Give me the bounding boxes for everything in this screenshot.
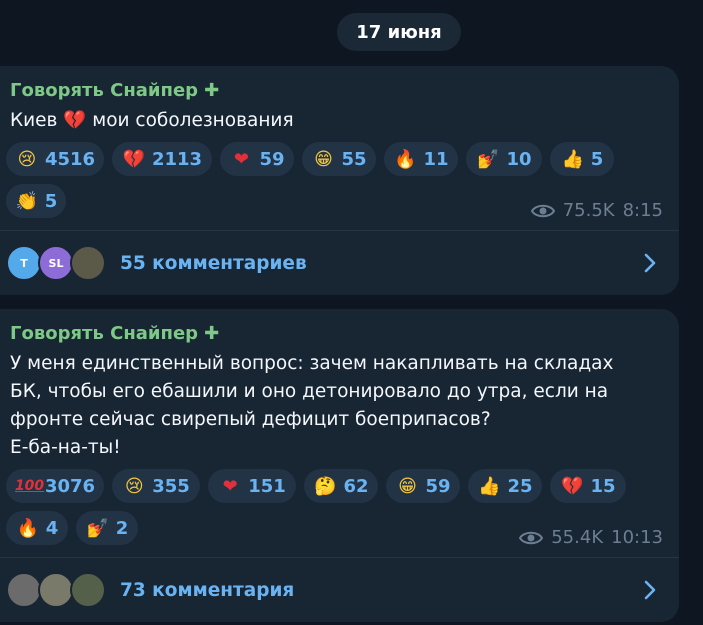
post-time: 8:15 bbox=[622, 200, 663, 221]
post-meta: 55.4K 10:13 bbox=[519, 527, 663, 548]
avatar-initials: T bbox=[20, 256, 28, 270]
reaction-broken-heart[interactable]: 💔 15 bbox=[550, 469, 626, 503]
reaction-count: 4 bbox=[45, 517, 59, 539]
reaction-count: 2113 bbox=[151, 148, 203, 170]
reaction-grin[interactable]: 😁 55 bbox=[302, 142, 376, 176]
reaction-clap[interactable]: 👏 5 bbox=[6, 184, 66, 218]
comments-count-label: 55 комментариев bbox=[120, 252, 307, 274]
post-text: Киев 💔 мои соболезнования bbox=[10, 110, 294, 131]
broken-heart-icon: 💔 bbox=[122, 148, 146, 170]
reaction-count: 5 bbox=[590, 148, 604, 170]
post-time: 10:13 bbox=[611, 527, 663, 548]
reaction-crying[interactable]: 😢 355 bbox=[112, 469, 200, 503]
post-meta: 75.5K 8:15 bbox=[530, 200, 663, 221]
crying-face-icon: 😢 bbox=[17, 148, 37, 170]
clapping-hands-icon: 👏 bbox=[15, 190, 38, 212]
reaction-count: 151 bbox=[248, 475, 286, 497]
views-eye-icon bbox=[519, 531, 544, 544]
reaction-count: 62 bbox=[343, 475, 369, 497]
avatar bbox=[6, 572, 42, 608]
reaction-count: 5 bbox=[44, 190, 58, 212]
reaction-crying[interactable]: 😢 4516 bbox=[6, 142, 104, 176]
red-heart-icon: ❤ bbox=[222, 475, 238, 497]
avatar-initials: SL bbox=[48, 256, 64, 270]
author-name: Говорять Снайпер bbox=[10, 323, 199, 344]
channel-post: Говорять Снайпер ✚ У меня единственный в… bbox=[0, 309, 679, 622]
nail-polish-icon: 💅 bbox=[86, 517, 109, 539]
reaction-grin[interactable]: 😁 59 bbox=[386, 469, 460, 503]
reaction-count: 15 bbox=[590, 475, 616, 497]
thinking-face-icon: 🤔 bbox=[314, 475, 337, 497]
broken-heart-icon: 💔 bbox=[561, 475, 584, 497]
reaction-nail-polish[interactable]: 💅 10 bbox=[466, 142, 542, 176]
reaction-thumbs-up[interactable]: 👍 5 bbox=[550, 142, 614, 176]
reaction-hundred[interactable]: 100 3076 bbox=[6, 469, 104, 503]
grinning-face-icon: 😁 bbox=[314, 148, 333, 170]
commenter-avatars bbox=[6, 572, 106, 608]
commenter-avatars: T SL bbox=[6, 245, 106, 281]
reaction-count: 59 bbox=[425, 475, 451, 497]
reaction-count: 10 bbox=[506, 148, 532, 170]
reaction-thinking[interactable]: 🤔 62 bbox=[304, 469, 378, 503]
reaction-count: 4516 bbox=[44, 148, 96, 170]
post-text: У меня единственный вопрос: зачем накапл… bbox=[10, 353, 614, 458]
avatar: SL bbox=[38, 245, 74, 281]
avatar bbox=[38, 572, 74, 608]
grinning-face-icon: 😁 bbox=[398, 475, 417, 497]
reaction-count: 11 bbox=[423, 148, 449, 170]
reaction-count: 355 bbox=[152, 475, 190, 497]
avatar bbox=[70, 572, 106, 608]
reaction-count: 2 bbox=[115, 517, 129, 539]
chevron-right-icon bbox=[644, 580, 656, 600]
thumbs-up-icon: 👍 bbox=[561, 148, 584, 170]
comments-button[interactable]: T SL 55 комментариев bbox=[0, 231, 679, 295]
reaction-broken-heart[interactable]: 💔 2113 bbox=[112, 142, 212, 176]
channel-post: Говорять Снайпер ✚ Киев 💔 мои соболезнов… bbox=[0, 66, 679, 295]
comments-count-label: 73 комментария bbox=[120, 579, 295, 601]
avatar bbox=[70, 245, 106, 281]
nail-polish-icon: 💅 bbox=[477, 148, 500, 170]
thumbs-up-icon: 👍 bbox=[478, 475, 501, 497]
chevron-right-icon bbox=[644, 253, 656, 273]
author-badge-icon: ✚ bbox=[204, 323, 220, 344]
reaction-fire[interactable]: 🔥 11 bbox=[384, 142, 458, 176]
date-separator: 17 июня bbox=[337, 13, 461, 51]
reaction-count: 55 bbox=[341, 148, 367, 170]
fire-icon: 🔥 bbox=[16, 517, 39, 539]
reaction-heart[interactable]: ❤ 151 bbox=[208, 469, 296, 503]
red-heart-icon: ❤ bbox=[233, 148, 250, 170]
view-count: 75.5K bbox=[562, 200, 615, 221]
fire-icon: 🔥 bbox=[394, 148, 417, 170]
reaction-count: 3076 bbox=[44, 475, 96, 497]
view-count: 55.4K bbox=[551, 527, 604, 548]
reaction-heart[interactable]: ❤ 59 bbox=[220, 142, 294, 176]
post-author[interactable]: Говорять Снайпер ✚ bbox=[10, 323, 219, 344]
views-eye-icon bbox=[530, 204, 555, 217]
reaction-fire[interactable]: 🔥 4 bbox=[6, 511, 68, 545]
comments-button[interactable]: 73 комментария bbox=[0, 558, 679, 622]
hundred-points-icon: 100 bbox=[14, 478, 45, 494]
avatar: T bbox=[6, 245, 42, 281]
author-badge-icon: ✚ bbox=[204, 80, 220, 101]
reaction-nail-polish[interactable]: 💅 2 bbox=[76, 511, 138, 545]
reaction-count: 59 bbox=[259, 148, 285, 170]
author-name: Говорять Снайпер bbox=[10, 80, 199, 101]
post-author[interactable]: Говорять Снайпер ✚ bbox=[10, 80, 219, 101]
crying-face-icon: 😢 bbox=[124, 475, 144, 497]
reaction-count: 25 bbox=[507, 475, 533, 497]
reaction-thumbs-up[interactable]: 👍 25 bbox=[468, 469, 542, 503]
